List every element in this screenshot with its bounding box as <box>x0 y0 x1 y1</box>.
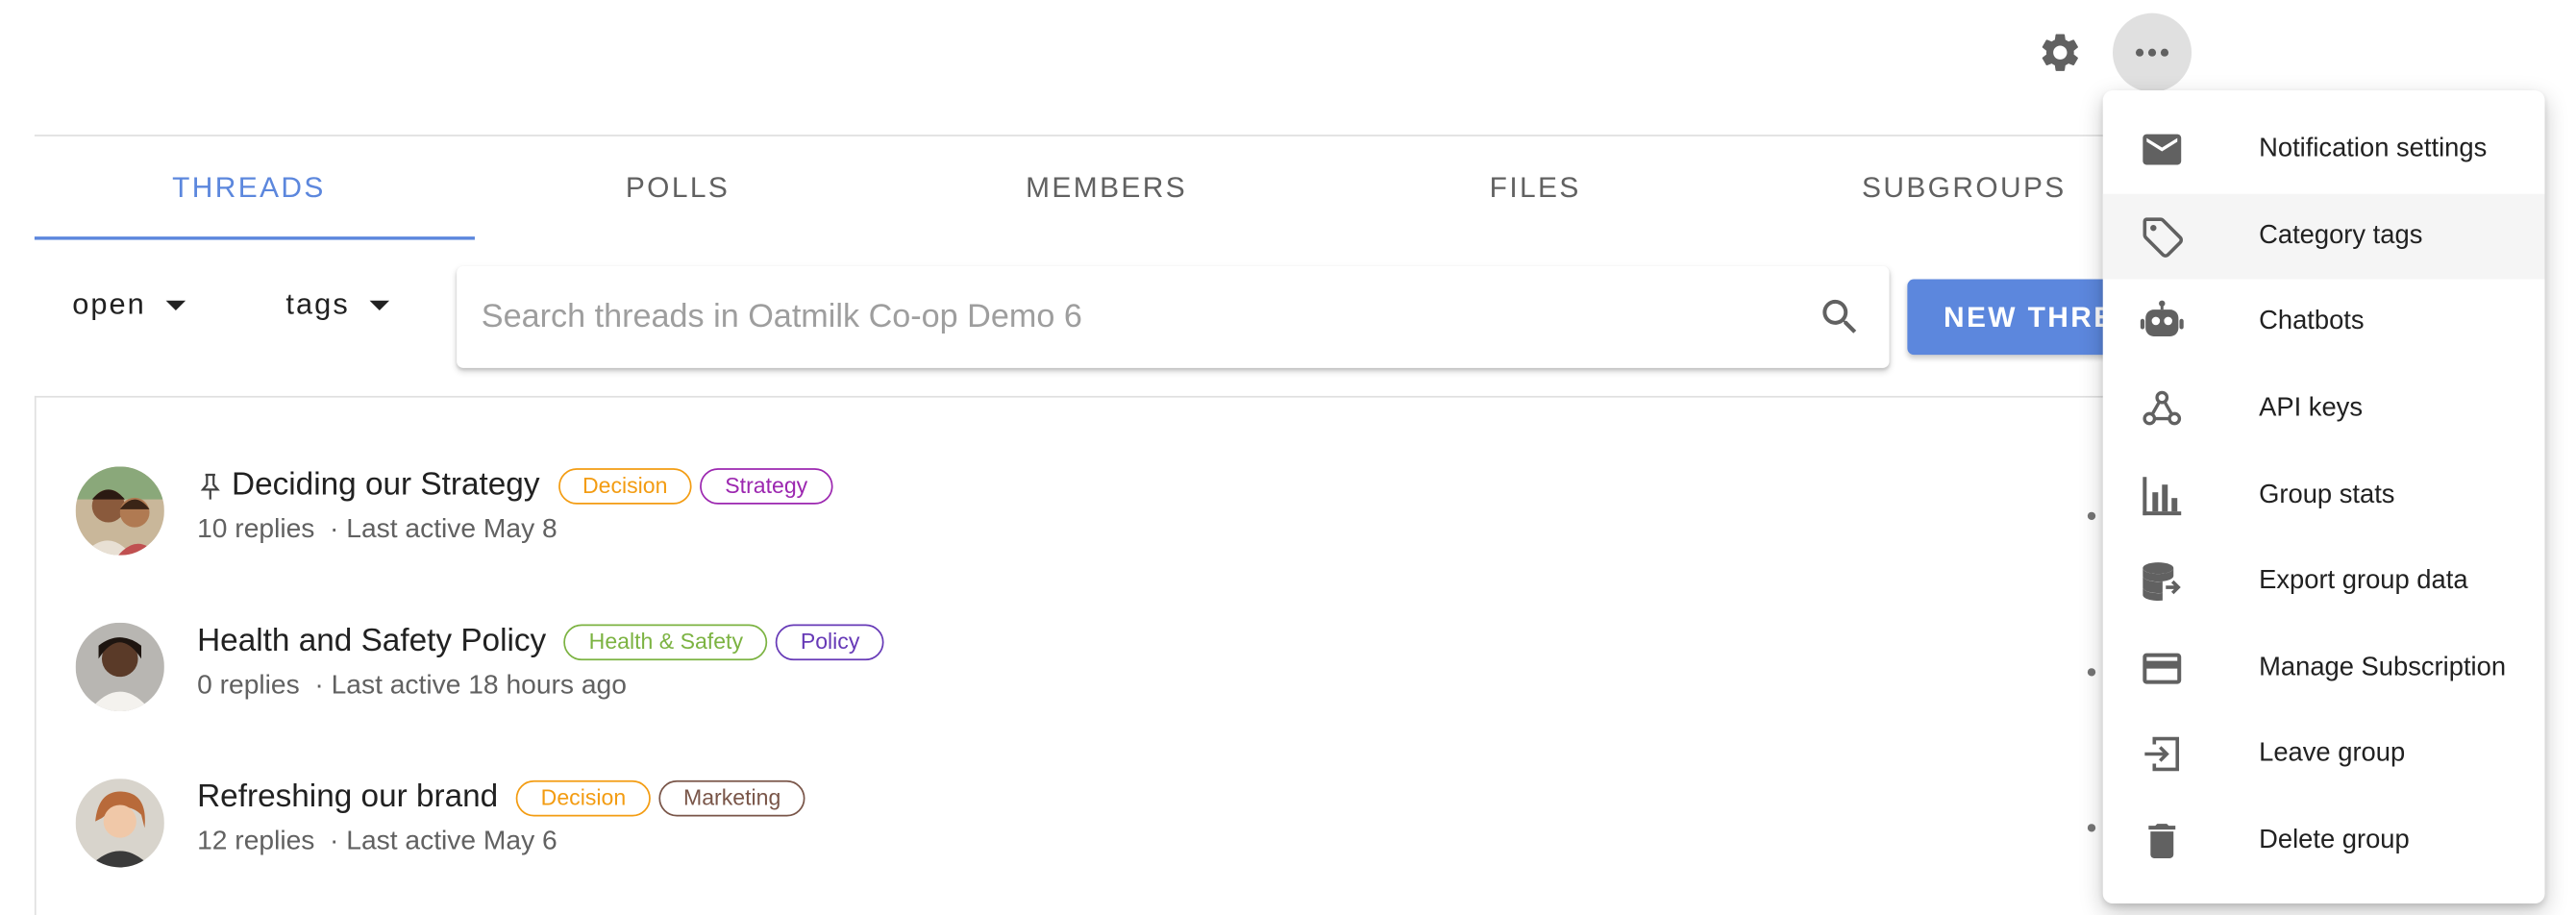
thread-meta: 0 replies · Last active 18 hours ago <box>197 670 627 701</box>
group-tabs: THREADS POLLS MEMBERS FILES SUBGROUPS <box>35 136 2178 241</box>
more-options-button[interactable] <box>2113 12 2192 92</box>
search-input[interactable] <box>481 298 1816 336</box>
tab-threads[interactable]: THREADS <box>35 136 463 238</box>
menu-item-leave-group[interactable]: Leave group <box>2103 711 2545 798</box>
bar-chart-icon <box>2138 471 2187 520</box>
menu-item-label: Export group data <box>2259 567 2468 596</box>
thread-list: Deciding our Strategy Decision Strategy … <box>34 395 2179 915</box>
thread-row[interactable]: Deciding our Strategy Decision Strategy … <box>37 433 2140 581</box>
trash-icon <box>2138 817 2187 866</box>
caret-down-icon <box>165 299 186 310</box>
menu-item-category-tags[interactable]: Category tags <box>2102 192 2545 280</box>
status-filter-dropdown[interactable]: open <box>72 287 186 322</box>
thread-meta: 12 replies · Last active May 6 <box>197 826 557 856</box>
tags-filter-label: tags <box>285 287 350 321</box>
avatar <box>75 466 164 556</box>
envelope-icon <box>2138 125 2187 174</box>
menu-item-label: Group stats <box>2259 481 2395 509</box>
tag-badge[interactable]: Policy <box>776 623 885 660</box>
tags-filter-dropdown[interactable]: tags <box>285 287 389 322</box>
credit-card-icon <box>2138 644 2187 693</box>
menu-item-notification-settings[interactable]: Notification settings <box>2103 107 2545 193</box>
thread-more-icon[interactable]: • <box>2087 655 2098 690</box>
gear-icon <box>2042 34 2078 71</box>
thread-more-icon[interactable]: • <box>2087 811 2098 846</box>
menu-item-group-stats[interactable]: Group stats <box>2103 453 2545 539</box>
avatar <box>75 779 164 868</box>
menu-item-label: Category tags <box>2259 221 2423 250</box>
tag-badge[interactable]: Marketing <box>658 779 805 816</box>
tag-badge[interactable]: Health & Safety <box>564 623 768 660</box>
database-export-icon <box>2138 557 2187 606</box>
menu-item-chatbots[interactable]: Chatbots <box>2103 280 2545 366</box>
tab-polls[interactable]: POLLS <box>463 136 892 238</box>
menu-item-label: Manage Subscription <box>2259 654 2507 682</box>
menu-item-label: Delete group <box>2259 826 2410 854</box>
group-page: THREADS POLLS MEMBERS FILES SUBGROUPS op… <box>0 0 2576 915</box>
thread-meta: 10 replies · Last active May 8 <box>197 513 557 544</box>
thread-row[interactable]: Refreshing our brand Decision Marketing … <box>37 746 2140 894</box>
thread-title[interactable]: Deciding our Strategy <box>232 466 540 504</box>
thread-title[interactable]: Health and Safety Policy <box>197 623 546 660</box>
status-filter-label: open <box>72 287 146 321</box>
group-options-menu: Notification settings Category tags Chat… <box>2102 90 2545 904</box>
tag-icon <box>2138 211 2187 260</box>
tab-files[interactable]: FILES <box>1321 136 1749 238</box>
menu-item-export-group-data[interactable]: Export group data <box>2103 539 2545 626</box>
group-actions <box>2020 12 2192 92</box>
menu-item-label: Leave group <box>2259 739 2406 768</box>
menu-item-label: API keys <box>2259 394 2364 423</box>
dots-horizontal-icon <box>2135 48 2169 57</box>
thread-title-line: Refreshing our brand Decision Marketing <box>197 779 805 816</box>
menu-item-manage-subscription[interactable]: Manage Subscription <box>2103 625 2545 711</box>
robot-icon <box>2138 298 2187 347</box>
menu-item-label: Notification settings <box>2259 135 2488 163</box>
tab-members[interactable]: MEMBERS <box>892 136 1321 238</box>
settings-button[interactable] <box>2020 13 2099 92</box>
webhook-icon <box>2138 384 2187 433</box>
pin-icon <box>200 472 220 499</box>
exit-icon <box>2138 730 2187 779</box>
thread-title-line: Deciding our Strategy Decision Strategy <box>197 466 832 504</box>
menu-item-api-keys[interactable]: API keys <box>2103 366 2545 453</box>
tag-badge[interactable]: Decision <box>557 467 693 504</box>
menu-item-label: Chatbots <box>2259 308 2365 336</box>
tag-badge[interactable]: Decision <box>516 779 651 816</box>
menu-item-delete-group[interactable]: Delete group <box>2103 798 2545 884</box>
avatar <box>75 622 164 712</box>
thread-more-icon[interactable]: • <box>2087 500 2098 534</box>
thread-row[interactable]: Health and Safety Policy Health & Safety… <box>37 590 2140 738</box>
search-icon[interactable] <box>1816 292 1865 341</box>
active-tab-indicator <box>34 236 475 240</box>
thread-title-line: Health and Safety Policy Health & Safety… <box>197 623 885 660</box>
tag-badge[interactable]: Strategy <box>700 467 832 504</box>
search-box <box>457 265 1890 368</box>
thread-title[interactable]: Refreshing our brand <box>197 779 498 816</box>
caret-down-icon <box>369 299 389 310</box>
